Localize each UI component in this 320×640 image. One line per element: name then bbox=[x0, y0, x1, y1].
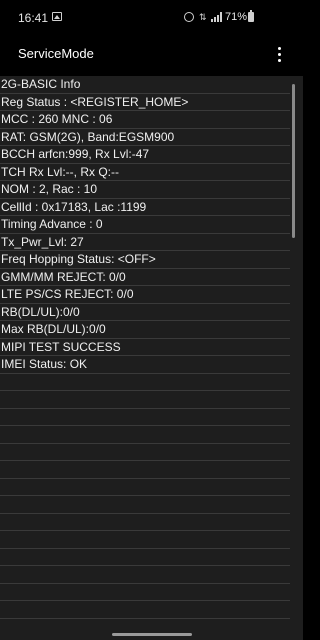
info-line: Freq Hopping Status: <OFF> bbox=[0, 251, 290, 269]
info-line bbox=[0, 496, 290, 514]
data-icon: ⇅ bbox=[199, 12, 207, 22]
info-list: 2G-BASIC Info Reg Status : <REGISTER_HOME… bbox=[0, 76, 290, 628]
battery-percent: 71% bbox=[225, 11, 248, 23]
info-line: MIPI TEST SUCCESS bbox=[0, 339, 290, 356]
info-line: 2G-BASIC Info bbox=[0, 76, 290, 94]
info-line bbox=[0, 531, 290, 549]
info-line bbox=[0, 409, 290, 426]
info-line: MCC : 260 MNC : 06 bbox=[0, 111, 290, 129]
app-bar: ServiceMode bbox=[0, 32, 303, 76]
info-line: TCH Rx Lvl:--, Rx Q:-- bbox=[0, 164, 290, 181]
info-line: CellId : 0x17183, Lac :1199 bbox=[0, 199, 290, 216]
info-line: BCCH arfcn:999, Rx Lvl:-47 bbox=[0, 146, 290, 164]
info-line: Timing Advance : 0 bbox=[0, 216, 290, 234]
scrollbar[interactable] bbox=[292, 84, 295, 238]
info-line bbox=[0, 601, 290, 619]
info-line: GMM/MM REJECT: 0/0 bbox=[0, 269, 290, 286]
info-line: LTE PS/CS REJECT: 0/0 bbox=[0, 286, 290, 304]
navigation-bar bbox=[0, 628, 303, 640]
info-line bbox=[0, 584, 290, 601]
status-time: 16:41 bbox=[18, 11, 49, 25]
info-line: NOM : 2, Rac : 10 bbox=[0, 181, 290, 199]
info-line bbox=[0, 566, 290, 584]
info-line bbox=[0, 514, 290, 531]
info-line: Max RB(DL/UL):0/0 bbox=[0, 321, 290, 339]
alarm-icon bbox=[184, 12, 194, 22]
info-line bbox=[0, 619, 290, 629]
info-line: Reg Status : <REGISTER_HOME> bbox=[0, 94, 290, 111]
service-info-panel[interactable]: 2G-BASIC Info Reg Status : <REGISTER_HOME… bbox=[0, 76, 303, 628]
info-line bbox=[0, 444, 290, 461]
info-line bbox=[0, 461, 290, 479]
app-title: ServiceMode bbox=[18, 46, 94, 61]
info-line bbox=[0, 374, 290, 391]
status-bar: 16:41 ⇅ 71% bbox=[0, 0, 303, 32]
info-line bbox=[0, 549, 290, 566]
info-line bbox=[0, 426, 290, 444]
gallery-icon bbox=[52, 12, 62, 21]
signal-icon bbox=[211, 12, 223, 22]
info-line bbox=[0, 391, 290, 409]
info-line: RB(DL/UL):0/0 bbox=[0, 304, 290, 321]
home-handle[interactable] bbox=[112, 633, 192, 636]
more-vert-icon[interactable] bbox=[269, 44, 289, 64]
info-line: RAT: GSM(2G), Band:EGSM900 bbox=[0, 129, 290, 146]
info-line: Tx_Pwr_Lvl: 27 bbox=[0, 234, 290, 251]
battery-icon bbox=[248, 10, 254, 22]
info-line: IMEI Status: OK bbox=[0, 356, 290, 374]
info-line bbox=[0, 479, 290, 496]
